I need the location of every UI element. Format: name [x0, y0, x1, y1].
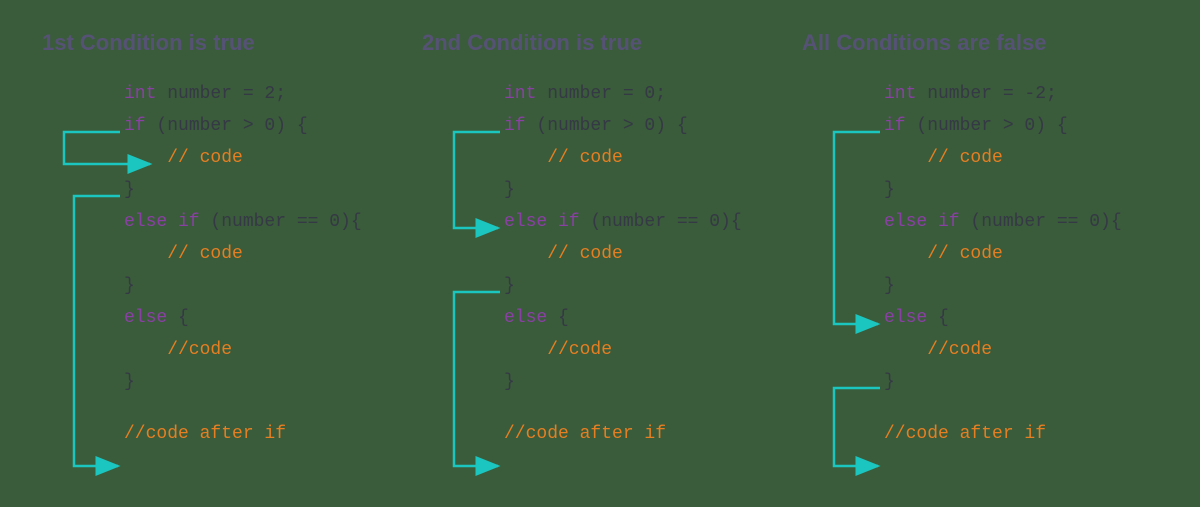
code-line: int number = 0; — [504, 78, 778, 110]
if-body-comment: // code — [504, 148, 623, 168]
elseif-body-comment: // code — [884, 244, 1003, 264]
code-line: // code — [124, 238, 398, 270]
code-line: else if (number == 0){ — [124, 206, 398, 238]
code-after: //code after if — [124, 418, 398, 450]
code-block: int number = 0; if (number > 0) { // cod… — [504, 78, 778, 450]
elseif-cond: (number == 0){ — [580, 212, 742, 232]
keyword-elseif: else if — [124, 212, 200, 232]
code-line: else if (number == 0){ — [504, 206, 778, 238]
arrow-close-to-after — [74, 196, 120, 466]
if-cond: (number > 0) { — [526, 116, 688, 136]
decl-rest: number = -2; — [916, 84, 1056, 104]
code-line: int number = 2; — [124, 78, 398, 110]
code-line: else { — [884, 302, 1158, 334]
else-body-comment: //code — [124, 340, 232, 360]
keyword-else: else — [124, 308, 167, 328]
keyword-int: int — [124, 84, 156, 104]
code-block: int number = 2; if (number > 0) { // cod… — [124, 78, 398, 450]
code-line — [504, 398, 778, 418]
code-line: // code — [124, 142, 398, 174]
keyword-if: if — [504, 116, 526, 136]
panel-2nd-condition: 2nd Condition is true int number = 0; if… — [410, 30, 790, 507]
else-rest: { — [927, 308, 949, 328]
decl-rest: number = 2; — [156, 84, 286, 104]
keyword-if: if — [884, 116, 906, 136]
code-line: if (number > 0) { — [504, 110, 778, 142]
else-body-comment: //code — [884, 340, 992, 360]
keyword-int: int — [884, 84, 916, 104]
keyword-if: if — [124, 116, 146, 136]
code-line: //code — [504, 334, 778, 366]
panel-heading: 2nd Condition is true — [422, 30, 778, 56]
code-line: } — [504, 366, 778, 398]
else-rest: { — [167, 308, 189, 328]
code-block: int number = -2; if (number > 0) { // co… — [884, 78, 1158, 450]
if-body-comment: // code — [884, 148, 1003, 168]
code-line: } — [504, 270, 778, 302]
arrow-close-to-after — [834, 388, 880, 466]
code-line: int number = -2; — [884, 78, 1158, 110]
code-line: // code — [504, 142, 778, 174]
decl-rest: number = 0; — [536, 84, 666, 104]
code-line: } — [884, 270, 1158, 302]
code-line: else { — [504, 302, 778, 334]
if-cond: (number > 0) { — [906, 116, 1068, 136]
elseif-cond: (number == 0){ — [200, 212, 362, 232]
code-line: //code — [884, 334, 1158, 366]
code-line: //code — [124, 334, 398, 366]
keyword-else: else — [884, 308, 927, 328]
if-cond: (number > 0) { — [146, 116, 308, 136]
code-line: } — [884, 174, 1158, 206]
code-line: } — [124, 174, 398, 206]
panel-1st-condition: 1st Condition is true int number = 2; if… — [30, 30, 410, 507]
arrow-if-to-elseif — [454, 132, 500, 228]
arrow-close-to-after — [454, 292, 500, 466]
code-line: // code — [884, 142, 1158, 174]
code-line: } — [124, 366, 398, 398]
code-after: //code after if — [884, 418, 1158, 450]
code-line: // code — [504, 238, 778, 270]
code-line: else { — [124, 302, 398, 334]
code-line: } — [504, 174, 778, 206]
code-line: if (number > 0) { — [884, 110, 1158, 142]
diagram-container: 1st Condition is true int number = 2; if… — [0, 0, 1200, 507]
panel-heading: 1st Condition is true — [42, 30, 398, 56]
keyword-elseif: else if — [884, 212, 960, 232]
code-after: //code after if — [504, 418, 778, 450]
panel-heading: All Conditions are false — [802, 30, 1158, 56]
else-rest: { — [547, 308, 569, 328]
elseif-body-comment: // code — [504, 244, 623, 264]
code-line: if (number > 0) { — [124, 110, 398, 142]
code-line: } — [124, 270, 398, 302]
elseif-cond: (number == 0){ — [960, 212, 1122, 232]
code-line: // code — [884, 238, 1158, 270]
code-line: else if (number == 0){ — [884, 206, 1158, 238]
keyword-elseif: else if — [504, 212, 580, 232]
code-line — [884, 398, 1158, 418]
code-line: } — [884, 366, 1158, 398]
keyword-else: else — [504, 308, 547, 328]
if-body-comment: // code — [124, 148, 243, 168]
keyword-int: int — [504, 84, 536, 104]
arrow-if-to-else — [834, 132, 880, 324]
elseif-body-comment: // code — [124, 244, 243, 264]
else-body-comment: //code — [504, 340, 612, 360]
panel-all-false: All Conditions are false int number = -2… — [790, 30, 1170, 507]
code-line — [124, 398, 398, 418]
